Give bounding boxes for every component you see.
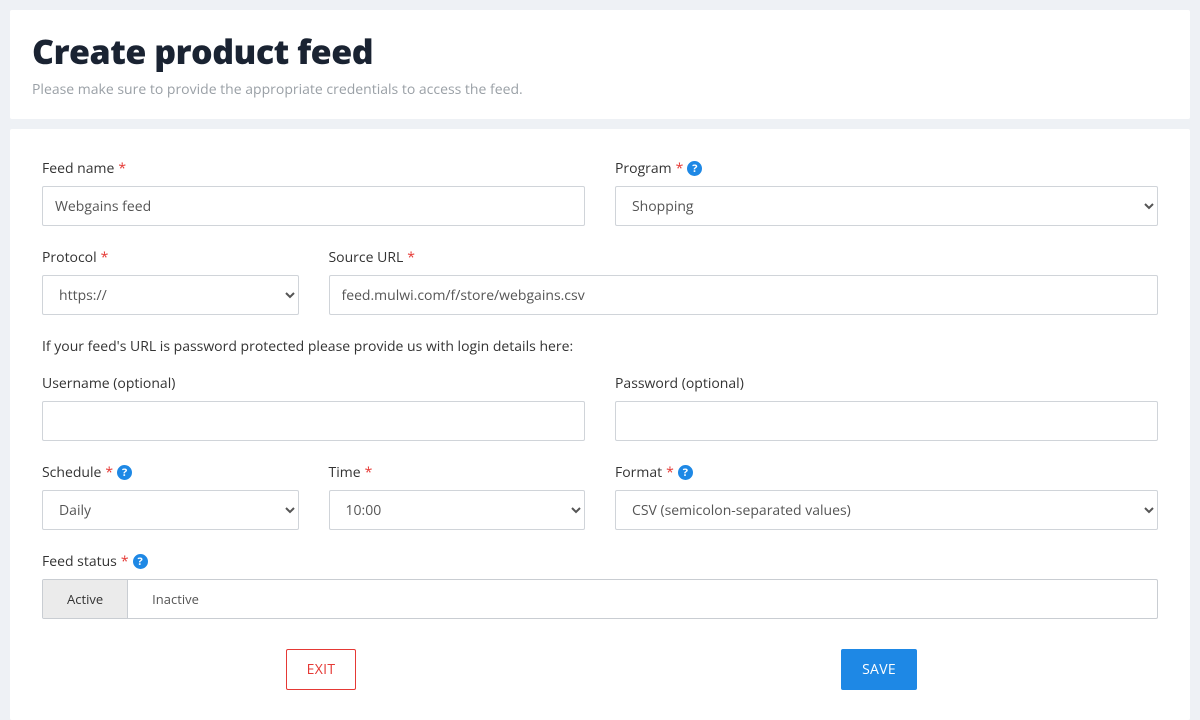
label-password: Password (optional) <box>615 374 1158 393</box>
label-protocol-text: Protocol <box>42 248 97 267</box>
required-marker: * <box>101 248 109 267</box>
header-panel: Create product feed Please make sure to … <box>10 10 1190 119</box>
save-button[interactable]: SAVE <box>841 649 917 690</box>
label-schedule: Schedule * ? <box>42 463 299 482</box>
label-program: Program * ? <box>615 159 1158 178</box>
group-username: Username (optional) <box>42 374 585 441</box>
password-input[interactable] <box>615 401 1158 441</box>
group-password: Password (optional) <box>615 374 1158 441</box>
time-select[interactable]: 10:00 <box>329 490 586 530</box>
save-button-container: SAVE <box>600 649 1158 690</box>
help-icon[interactable]: ? <box>687 161 702 176</box>
row-name-program: Feed name * Program * ? Shopping <box>42 159 1158 226</box>
label-feed-status: Feed status * ? <box>42 552 1158 571</box>
label-format-text: Format <box>615 463 662 482</box>
help-icon[interactable]: ? <box>117 465 132 480</box>
group-format: Format * ? CSV (semicolon-separated valu… <box>615 463 1158 530</box>
group-feed-status: Feed status * ? Active Inactive <box>42 552 1158 619</box>
label-time: Time * <box>329 463 586 482</box>
help-icon[interactable]: ? <box>133 554 148 569</box>
group-source-url: Source URL * <box>329 248 1159 315</box>
label-program-text: Program <box>615 159 672 178</box>
required-marker: * <box>676 159 684 178</box>
feed-status-toggle: Active Inactive <box>42 579 1158 619</box>
page-title: Create product feed <box>32 28 1168 74</box>
row-credentials: Username (optional) Password (optional) <box>42 374 1158 441</box>
toggle-active-button[interactable]: Active <box>43 580 127 618</box>
exit-button-container: EXIT <box>42 649 600 690</box>
feed-name-input[interactable] <box>42 186 585 226</box>
label-feed-status-text: Feed status <box>42 552 117 571</box>
required-marker: * <box>105 463 113 482</box>
help-icon[interactable]: ? <box>678 465 693 480</box>
username-input[interactable] <box>42 401 585 441</box>
row-schedule-time-format: Schedule * ? Daily Time * 10:00 Format *… <box>42 463 1158 530</box>
source-url-input[interactable] <box>329 275 1159 315</box>
program-select[interactable]: Shopping <box>615 186 1158 226</box>
schedule-select[interactable]: Daily <box>42 490 299 530</box>
required-marker: * <box>121 552 129 571</box>
label-schedule-text: Schedule <box>42 463 101 482</box>
label-feed-name-text: Feed name <box>42 159 114 178</box>
format-select[interactable]: CSV (semicolon-separated values) <box>615 490 1158 530</box>
required-marker: * <box>365 463 373 482</box>
row-protocol-url: Protocol * https:// Source URL * <box>42 248 1158 315</box>
page-subtitle: Please make sure to provide the appropri… <box>32 80 1168 99</box>
label-feed-name: Feed name * <box>42 159 585 178</box>
label-protocol: Protocol * <box>42 248 299 267</box>
group-schedule: Schedule * ? Daily <box>42 463 299 530</box>
label-source-url-text: Source URL <box>329 248 404 267</box>
button-row: EXIT SAVE <box>42 649 1158 690</box>
group-feed-name: Feed name * <box>42 159 585 226</box>
password-section-note: If your feed's URL is password protected… <box>42 337 1158 356</box>
group-time: Time * 10:00 <box>329 463 586 530</box>
label-time-text: Time <box>329 463 361 482</box>
required-marker: * <box>666 463 674 482</box>
protocol-select[interactable]: https:// <box>42 275 299 315</box>
exit-button[interactable]: EXIT <box>286 649 357 690</box>
toggle-inactive-button[interactable]: Inactive <box>127 580 223 618</box>
required-marker: * <box>407 248 415 267</box>
group-protocol: Protocol * https:// <box>42 248 299 315</box>
label-username: Username (optional) <box>42 374 585 393</box>
form-panel: Feed name * Program * ? Shopping Protoco… <box>10 129 1190 720</box>
required-marker: * <box>118 159 126 178</box>
group-program: Program * ? Shopping <box>615 159 1158 226</box>
label-source-url: Source URL * <box>329 248 1159 267</box>
label-format: Format * ? <box>615 463 1158 482</box>
